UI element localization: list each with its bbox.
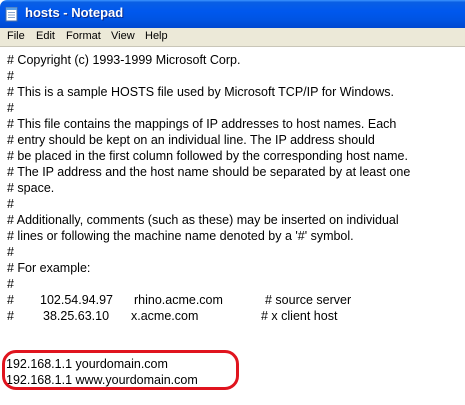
example-row: # 102.54.94.97 rhino.acme.com # source s…: [7, 292, 457, 308]
notepad-icon: [5, 7, 18, 22]
text-line: # For example:: [7, 261, 91, 275]
example-hash: #: [7, 293, 14, 307]
menu-help[interactable]: Help: [145, 30, 168, 42]
example-host: x.acme.com: [131, 309, 199, 323]
text-line: # be placed in the first column followed…: [7, 149, 408, 163]
text-line: # lines or following the machine name de…: [7, 229, 354, 243]
example-comment: # source server: [265, 293, 352, 307]
text-line: #: [7, 101, 14, 115]
menu-file[interactable]: File: [7, 30, 25, 42]
menu-edit[interactable]: Edit: [36, 30, 55, 42]
menu-view[interactable]: View: [111, 30, 135, 42]
text-line: # This is a sample HOSTS file used by Mi…: [7, 85, 394, 99]
example-host: rhino.acme.com: [134, 293, 223, 307]
text-line: # Additionally, comments (such as these)…: [7, 213, 399, 227]
example-row: # 38.25.63.10 x.acme.com # x client host: [7, 308, 457, 324]
example-ip: 102.54.94.97: [40, 293, 113, 307]
text-line: # This file contains the mappings of IP …: [7, 117, 397, 131]
text-line: # The IP address and the host name shoul…: [7, 165, 411, 179]
example-comment: # x client host: [261, 309, 338, 323]
example-ip: 38.25.63.10: [43, 309, 110, 323]
text-line: #: [7, 245, 14, 259]
text-line: # entry should be kept on an individual …: [7, 133, 375, 147]
text-line: #: [7, 197, 14, 211]
window-title: hosts - Notepad: [25, 5, 124, 20]
text-line: #: [7, 69, 14, 83]
title-bar[interactable]: hosts - Notepad: [0, 0, 465, 28]
text-line: # Copyright (c) 1993-1999 Microsoft Corp…: [7, 53, 241, 67]
notepad-window: hosts - Notepad File Edit Format View He…: [0, 0, 465, 405]
highlight-annotation: [2, 350, 239, 390]
example-hash: #: [7, 309, 14, 323]
text-line: # space.: [7, 181, 55, 195]
text-line: #: [7, 277, 14, 291]
menu-bar: File Edit Format View Help: [0, 28, 465, 47]
menu-format[interactable]: Format: [66, 30, 101, 42]
